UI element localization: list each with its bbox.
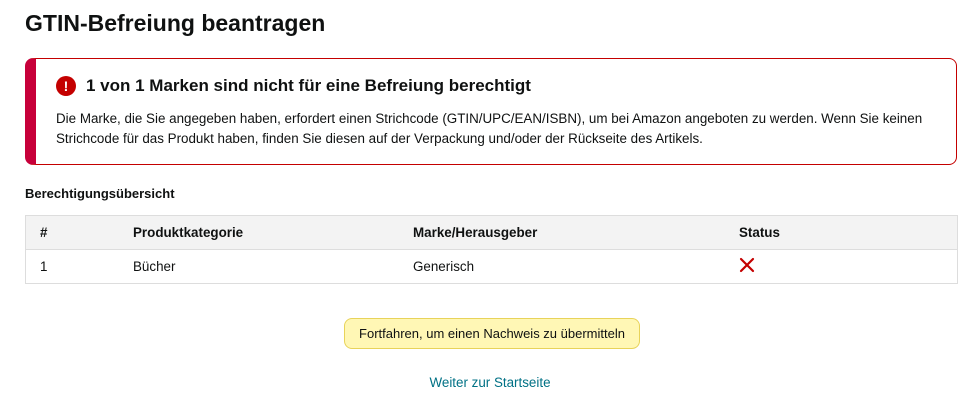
page: GTIN-Befreiung beantragen ! 1 von 1 Mark… (0, 0, 980, 412)
column-header-status: Status (739, 225, 780, 240)
column-header-number: # (40, 225, 48, 240)
column-header-category: Produktkategorie (133, 225, 244, 240)
x-icon (739, 257, 755, 273)
row-brand: Generisch (413, 259, 475, 274)
continue-button[interactable]: Fortfahren, um einen Nachweis zu übermit… (344, 318, 640, 349)
table-header-row: # Produktkategorie Marke/Herausgeber Sta… (26, 216, 957, 250)
overview-label: Berechtigungsübersicht (25, 186, 175, 201)
row-number: 1 (40, 259, 48, 274)
row-category: Bücher (133, 259, 176, 274)
table-row: 1 Bücher Generisch (26, 250, 957, 283)
alert-heading: 1 von 1 Marken sind nicht für eine Befre… (86, 76, 531, 95)
home-link[interactable]: Weiter zur Startseite (0, 375, 980, 390)
page-title: GTIN-Befreiung beantragen (25, 10, 326, 36)
alert-header: ! 1 von 1 Marken sind nicht für eine Bef… (56, 76, 531, 96)
status-cell (739, 257, 755, 276)
column-header-brand: Marke/Herausgeber (413, 225, 538, 240)
eligibility-table: # Produktkategorie Marke/Herausgeber Sta… (25, 215, 958, 284)
error-alert: ! 1 von 1 Marken sind nicht für eine Bef… (25, 58, 957, 165)
alert-body: Die Marke, die Sie angegeben haben, erfo… (56, 111, 923, 146)
error-icon: ! (56, 76, 76, 96)
